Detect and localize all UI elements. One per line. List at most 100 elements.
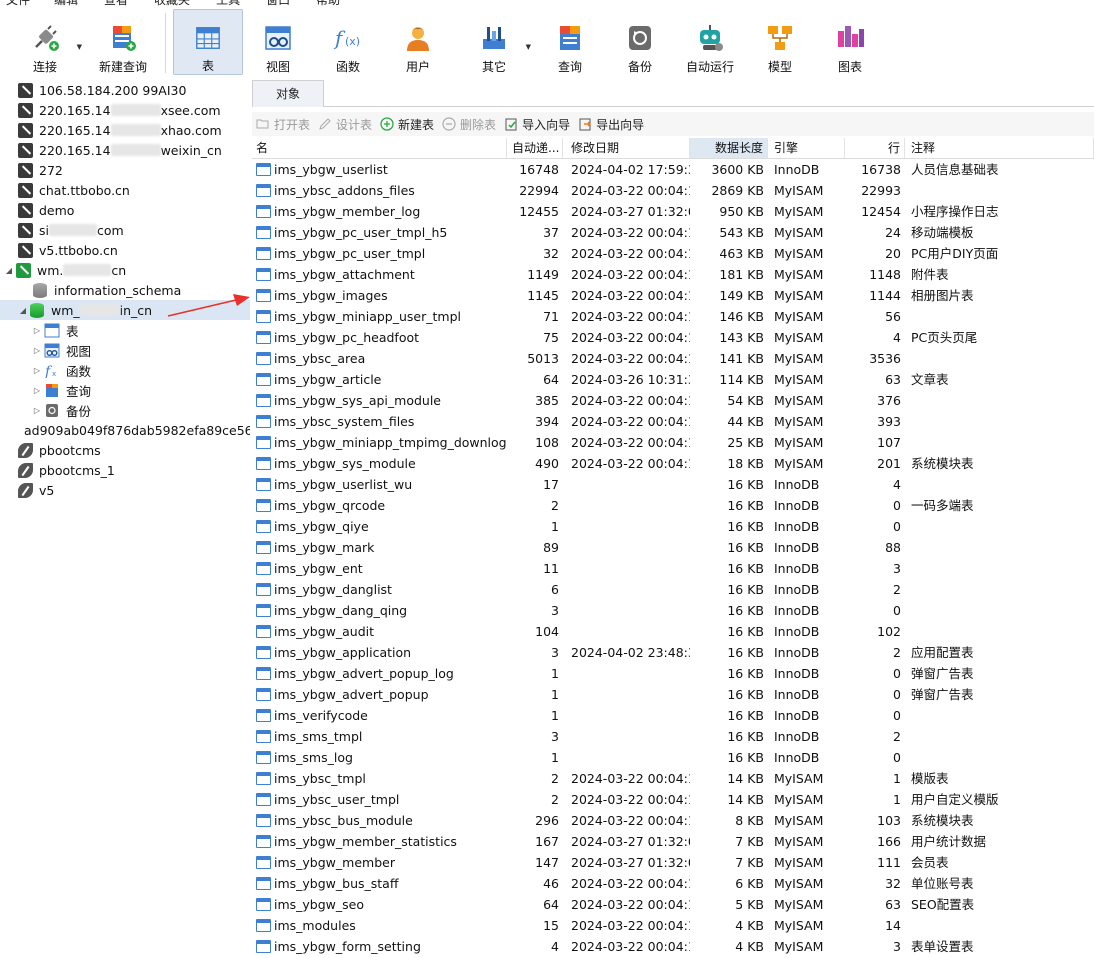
new-table-button[interactable]: 新建表	[380, 116, 434, 133]
tree-connection[interactable]: 272	[0, 160, 250, 180]
table-row[interactable]: ims_ybgw_audit 104 16 KB InnoDB 102	[252, 621, 1094, 642]
tree-connection[interactable]: chat.ttbobo.cn	[0, 180, 250, 200]
table-row[interactable]: ims_ybgw_bus_staff 46 2024-03-22 00:04:13 6…	[252, 873, 1094, 894]
table-row[interactable]: ims_verifycode 1 16 KB InnoDB 0	[252, 705, 1094, 726]
column-header-modified-date[interactable]: 修改日期	[563, 138, 690, 158]
delete-table-button[interactable]: 删除表	[442, 116, 496, 133]
open-table-button[interactable]: 打开表	[256, 116, 310, 133]
new-query-button[interactable]: 新建查询	[88, 9, 158, 75]
tree-connection[interactable]: si com	[0, 220, 250, 240]
tree-item-tables[interactable]: ▷ 表	[0, 320, 250, 340]
tree-connection[interactable]: v5.ttbobo.cn	[0, 240, 250, 260]
menu-help[interactable]: 帮助	[316, 0, 340, 9]
import-wizard-button[interactable]: 导入向导	[504, 116, 570, 133]
table-row[interactable]: ims_ybgw_qiye 1 16 KB InnoDB 0	[252, 516, 1094, 537]
tree-connection[interactable]: 220.165.14 xhao.com	[0, 120, 250, 140]
table-row[interactable]: ims_ybgw_danglist 6 16 KB InnoDB 2	[252, 579, 1094, 600]
column-header-comment[interactable]: 注释	[905, 138, 1094, 158]
column-header-data-length[interactable]: 数据长度	[690, 138, 768, 158]
table-row[interactable]: ims_ybgw_qrcode 2 16 KB InnoDB 0 一码多端表	[252, 495, 1094, 516]
table-row[interactable]: ims_ybgw_member_statistics 167 2024-03-27 …	[252, 831, 1094, 852]
column-header-engine[interactable]: 引擎	[768, 138, 845, 158]
expand-arrow-icon[interactable]: ▷	[32, 326, 42, 335]
tree-item-queries[interactable]: ▷ 查询	[0, 380, 250, 400]
menu-window[interactable]: 窗口	[266, 0, 290, 9]
table-row[interactable]: ims_ybgw_member 147 2024-03-27 01:32:06 7 K…	[252, 852, 1094, 873]
table-row[interactable]: ims_ybgw_images 1145 2024-03-22 00:04:13 14…	[252, 285, 1094, 306]
table-row[interactable]: ims_ybgw_advert_popup_log 1 16 KB InnoDB 0 弹窗…	[252, 663, 1094, 684]
column-header-rows[interactable]: 行	[845, 138, 905, 158]
connect-dropdown-icon[interactable]: ▼	[77, 43, 82, 51]
table-row[interactable]: ims_ybgw_sys_module 490 2024-03-22 00:04: 1…	[252, 453, 1094, 474]
menu-file[interactable]: 文件	[6, 0, 30, 9]
table-row[interactable]: ims_ybgw_member_log 12455 2024-03-27 01:32…	[252, 201, 1094, 222]
other-button[interactable]: 其它 ▼	[459, 9, 531, 75]
expand-arrow-icon[interactable]: ▷	[32, 346, 42, 355]
tree-connection[interactable]: 220.165.14 xsee.com	[0, 100, 250, 120]
table-row[interactable]: ims_ybgw_advert_popup 1 16 KB InnoDB 0 弹窗广告表	[252, 684, 1094, 705]
expand-arrow-icon[interactable]: ▷	[32, 406, 42, 415]
tree-item-backups[interactable]: ▷ 备份	[0, 400, 250, 420]
menu-favorites[interactable]: 收藏夹	[154, 0, 190, 9]
table-row[interactable]: ims_ybsc_bus_module 296 2024-03-22 00:04:1…	[252, 810, 1094, 831]
collapse-arrow-icon[interactable]: ◢	[4, 266, 14, 275]
table-row[interactable]: ims_ybsc_user_tmpl 2 2024-03-22 00:04:18 14…	[252, 789, 1094, 810]
user-button[interactable]: 用户	[383, 9, 453, 75]
table-row[interactable]: ims_ybgw_dang_qing 3 16 KB InnoDB 0	[252, 600, 1094, 621]
backup-button[interactable]: 备份	[605, 9, 675, 75]
connect-button[interactable]: 连接 ▼	[10, 9, 82, 75]
export-wizard-button[interactable]: 导出向导	[578, 116, 644, 133]
expand-arrow-icon[interactable]: ▷	[32, 366, 42, 375]
tree-item-views[interactable]: ▷ 视图	[0, 340, 250, 360]
table-row[interactable]: ims_ybsc_tmpl 2 2024-03-22 00:04:18 14 KB My…	[252, 768, 1094, 789]
menu-view[interactable]: 查看	[104, 0, 128, 9]
table-row[interactable]: ims_ybgw_mark 89 16 KB InnoDB 88	[252, 537, 1094, 558]
table-row[interactable]: ims_ybgw_form_setting 4 2024-03-22 00:04:1…	[252, 936, 1094, 957]
table-row[interactable]: ims_ybgw_seo 64 2024-03-22 00:04:14 5 KB MyI…	[252, 894, 1094, 915]
auto-run-button[interactable]: 自动运行	[675, 9, 745, 75]
view-button[interactable]: 视图	[243, 9, 313, 75]
table-row[interactable]: ims_ybgw_pc_user_tmpl_h5 37 2024-03-22 00:…	[252, 222, 1094, 243]
tree-connection-open[interactable]: ◢ wm. cn	[0, 260, 250, 280]
menu-edit[interactable]: 编辑	[54, 0, 78, 9]
table-row[interactable]: ims_ybsc_area 5013 2024-03-22 00:04:16 141 …	[252, 348, 1094, 369]
table-row[interactable]: ims_ybgw_application 3 2024-04-02 23:48:39…	[252, 642, 1094, 663]
tab-objects[interactable]: 对象	[252, 80, 324, 107]
table-row[interactable]: ims_ybgw_ent 11 16 KB InnoDB 3	[252, 558, 1094, 579]
table-row[interactable]: ims_ybsc_addons_files 22994 2024-03-22 00:…	[252, 180, 1094, 201]
table-row[interactable]: ims_ybgw_miniapp_user_tmpl 71 2024-03-22 0…	[252, 306, 1094, 327]
tree-database-active[interactable]: ◢ wm_ in_cn	[0, 300, 250, 320]
other-dropdown-icon[interactable]: ▼	[526, 43, 531, 51]
function-button[interactable]: f (x) 函数	[313, 9, 383, 75]
table-row[interactable]: ims_ybgw_sys_api_module 385 2024-03-22 00:…	[252, 390, 1094, 411]
column-header-auto-increment[interactable]: 自动递...	[507, 138, 563, 158]
table-row[interactable]: ims_ybgw_userlist_wu 17 16 KB InnoDB 4	[252, 474, 1094, 495]
query-button[interactable]: 查询	[535, 9, 605, 75]
tree-connection[interactable]: 106.58.184.200 99AI30	[0, 80, 250, 100]
expand-arrow-icon[interactable]: ▷	[32, 386, 42, 395]
table-row[interactable]: ims_ybgw_pc_headfoot 75 2024-03-22 00:04: 1…	[252, 327, 1094, 348]
table-row[interactable]: ims_sms_tmpl 3 16 KB InnoDB 2	[252, 726, 1094, 747]
table-row[interactable]: ims_sms_log 1 16 KB InnoDB 0	[252, 747, 1094, 768]
tree-connection[interactable]: v5	[0, 480, 250, 500]
tree-connection[interactable]: demo	[0, 200, 250, 220]
menu-tools[interactable]: 工具	[216, 0, 240, 9]
table-row[interactable]: ims_ybsc_system_files 394 2024-03-22 00:04…	[252, 411, 1094, 432]
table-button[interactable]: 表	[173, 9, 243, 75]
table-row[interactable]: ims_ybgw_pc_user_tmpl 32 2024-03-22 00:04:…	[252, 243, 1094, 264]
tree-connection[interactable]: ad909ab049f876dab5982efa89ce56b	[0, 420, 250, 440]
model-button[interactable]: 模型	[745, 9, 815, 75]
table-row[interactable]: ims_ybgw_attachment 1149 2024-03-22 00:04:…	[252, 264, 1094, 285]
design-table-button[interactable]: 设计表	[318, 116, 372, 133]
column-header-name[interactable]: 名	[252, 138, 507, 158]
tree-connection[interactable]: pbootcms_1	[0, 460, 250, 480]
collapse-arrow-icon[interactable]: ◢	[18, 306, 28, 315]
tree-connection[interactable]: pbootcms	[0, 440, 250, 460]
table-row[interactable]: ims_ybgw_miniapp_tmpimg_downlog 108 2024-0…	[252, 432, 1094, 453]
tree-connection[interactable]: 220.165.14 weixin_cn	[0, 140, 250, 160]
chart-button[interactable]: 图表	[815, 9, 885, 75]
table-row[interactable]: ims_ybgw_article 64 2024-03-26 10:31:35 114…	[252, 369, 1094, 390]
table-row[interactable]: ims_modules 15 2024-03-22 00:04:10 4 KB MyIS…	[252, 915, 1094, 936]
tree-item-functions[interactable]: ▷ fx 函数	[0, 360, 250, 380]
tree-database[interactable]: information_schema	[0, 280, 250, 300]
